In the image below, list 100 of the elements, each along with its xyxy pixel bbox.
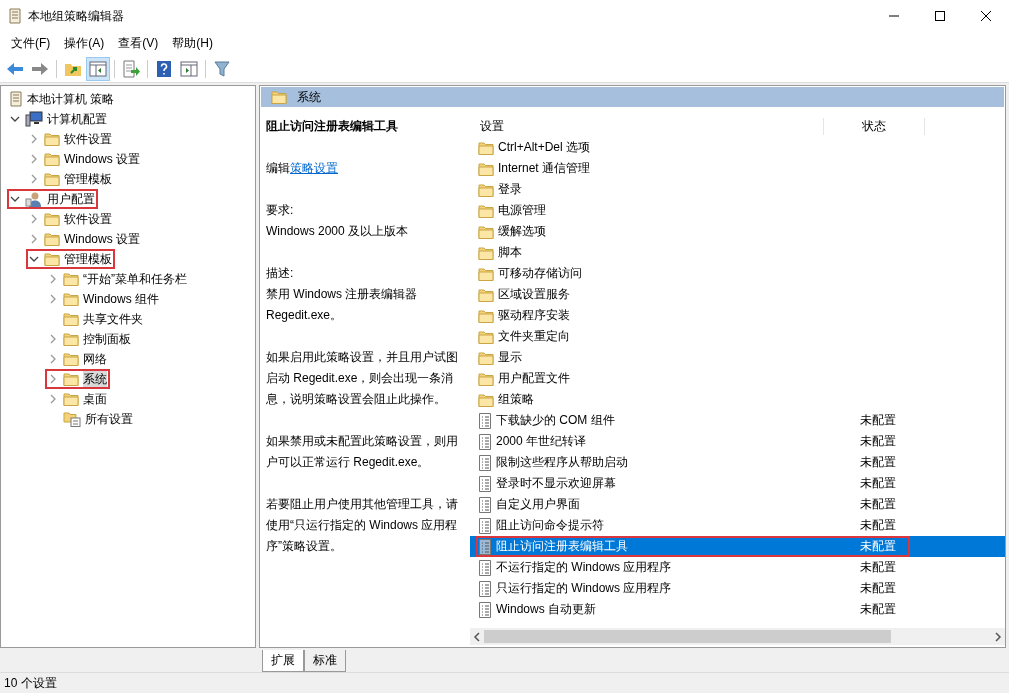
setting-name: Ctrl+Alt+Del 选项 bbox=[498, 139, 592, 156]
tree-item[interactable]: 共享文件夹 bbox=[45, 309, 146, 329]
tree-item[interactable]: 网络 bbox=[45, 349, 110, 369]
tree-item[interactable]: 计算机配置 bbox=[7, 109, 110, 129]
user-icon bbox=[25, 191, 43, 207]
policy-icon bbox=[478, 412, 492, 429]
edit-label: 编辑 bbox=[266, 161, 290, 175]
tree-item[interactable]: Windows 设置 bbox=[26, 229, 143, 249]
folder-icon bbox=[478, 182, 494, 197]
setting-name: 可移动存储访问 bbox=[498, 265, 583, 282]
setting-name: 文件夹重定向 bbox=[498, 328, 571, 345]
list-row[interactable]: 登录 bbox=[470, 179, 1005, 200]
tree-item[interactable]: 用户配置 bbox=[7, 189, 98, 209]
settings-list-icon bbox=[63, 411, 81, 427]
panel-icon[interactable] bbox=[87, 57, 109, 80]
setting-state: 未配置 bbox=[860, 412, 896, 429]
policy-icon bbox=[478, 601, 492, 618]
menu-item[interactable]: 帮助(H) bbox=[165, 35, 220, 52]
list-row[interactable]: 限制这些程序从帮助启动 未配置 bbox=[470, 452, 1005, 473]
menu-item[interactable]: 操作(A) bbox=[57, 35, 112, 52]
folder-icon bbox=[478, 203, 494, 218]
list-row[interactable]: Ctrl+Alt+Del 选项 bbox=[470, 137, 1005, 158]
folder-icon bbox=[63, 372, 79, 386]
tree-item[interactable]: 所有设置 bbox=[45, 409, 136, 429]
folder-icon bbox=[478, 350, 494, 365]
list-row[interactable]: 2000 年世纪转译 未配置 bbox=[470, 431, 1005, 452]
view-tab[interactable]: 标准 bbox=[304, 650, 346, 672]
tree-item[interactable]: 桌面 bbox=[45, 389, 110, 409]
list-row[interactable]: 阻止访问注册表编辑工具 未配置 bbox=[470, 536, 1005, 557]
app-icon bbox=[8, 8, 22, 24]
export-list-icon[interactable] bbox=[120, 57, 142, 80]
policy-settings-link[interactable]: 策略设置 bbox=[290, 161, 338, 175]
policy-icon bbox=[478, 475, 492, 492]
list-row[interactable]: 文件夹重定向 bbox=[470, 326, 1005, 347]
scroll-icon bbox=[9, 91, 23, 107]
tree-item[interactable]: Windows 设置 bbox=[26, 149, 143, 169]
setting-state: 未配置 bbox=[860, 496, 896, 513]
setting-name: 阻止访问命令提示符 bbox=[496, 517, 605, 534]
column-header[interactable]: 状态 bbox=[823, 117, 925, 135]
list-row[interactable]: 自定义用户界面 未配置 bbox=[470, 494, 1005, 515]
setting-state: 未配置 bbox=[860, 601, 896, 618]
list-row[interactable]: 显示 bbox=[470, 347, 1005, 368]
setting-name: 组策略 bbox=[498, 391, 535, 408]
tree-item[interactable]: 软件设置 bbox=[26, 129, 115, 149]
view-tab[interactable]: 扩展 bbox=[262, 650, 304, 672]
window-title: 本地组策略编辑器 bbox=[28, 7, 125, 25]
folder-icon bbox=[44, 212, 60, 226]
setting-state: 未配置 bbox=[860, 454, 896, 471]
list-row[interactable]: 缓解选项 bbox=[470, 221, 1005, 242]
requirements-label: 要求: bbox=[266, 203, 294, 217]
list-row[interactable]: 脚本 bbox=[470, 242, 1005, 263]
description-paragraph: 禁用 Windows 注册表编辑器 Regedit.exe。 bbox=[266, 286, 419, 324]
folder-icon bbox=[271, 90, 287, 104]
tree-item[interactable]: “开始”菜单和任务栏 bbox=[45, 269, 190, 289]
tree-item[interactable]: 管理模板 bbox=[26, 249, 115, 269]
folder-icon bbox=[478, 266, 494, 281]
list-row[interactable]: 用户配置文件 bbox=[470, 368, 1005, 389]
list-row[interactable]: 驱动程序安装 bbox=[470, 305, 1005, 326]
policy-title: 阻止访问注册表编辑工具 bbox=[266, 118, 399, 135]
list-row[interactable]: Windows 自动更新 未配置 bbox=[470, 599, 1005, 620]
setting-state: 未配置 bbox=[860, 475, 896, 492]
setting-name: 电源管理 bbox=[498, 202, 547, 219]
list-row[interactable]: 区域设置服务 bbox=[470, 284, 1005, 305]
setting-name: 登录 bbox=[498, 181, 523, 198]
list-row[interactable]: 不运行指定的 Windows 应用程序 未配置 bbox=[470, 557, 1005, 578]
list-row[interactable]: 阻止访问命令提示符 未配置 bbox=[470, 515, 1005, 536]
list-row[interactable]: 组策略 bbox=[470, 389, 1005, 410]
folder-icon bbox=[478, 245, 494, 260]
menu-item[interactable]: 文件(F) bbox=[4, 35, 58, 52]
menu-item[interactable]: 查看(V) bbox=[111, 35, 166, 52]
setting-name: 登录时不显示欢迎屏幕 bbox=[496, 475, 617, 492]
folder-icon bbox=[63, 312, 79, 326]
list-row[interactable]: Internet 通信管理 bbox=[470, 158, 1005, 179]
list-row[interactable]: 登录时不显示欢迎屏幕 未配置 bbox=[470, 473, 1005, 494]
maximize-icon[interactable] bbox=[935, 11, 945, 21]
folder-icon bbox=[478, 140, 494, 155]
setting-state: 未配置 bbox=[860, 517, 896, 534]
status-text: 10 个设置 bbox=[4, 675, 57, 692]
horizontal-scrollbar[interactable] bbox=[470, 628, 1005, 645]
tree-item[interactable]: 管理模板 bbox=[26, 169, 115, 189]
tree-item[interactable]: 控制面板 bbox=[45, 329, 134, 349]
folder-icon bbox=[63, 292, 79, 306]
column-header[interactable]: 设置 bbox=[470, 117, 823, 135]
policy-icon bbox=[478, 496, 492, 513]
list-row[interactable]: 电源管理 bbox=[470, 200, 1005, 221]
setting-state: 未配置 bbox=[860, 559, 896, 576]
setting-name: 下载缺少的 COM 组件 bbox=[496, 412, 616, 429]
tree-item[interactable]: Windows 组件 bbox=[45, 289, 162, 309]
list-row[interactable]: 可移动存储访问 bbox=[470, 263, 1005, 284]
list-row[interactable]: 只运行指定的 Windows 应用程序 未配置 bbox=[470, 578, 1005, 599]
tree-item[interactable]: 软件设置 bbox=[26, 209, 115, 229]
close-icon[interactable] bbox=[981, 11, 991, 21]
folder-icon bbox=[44, 232, 60, 246]
description-label: 描述: bbox=[266, 265, 295, 282]
requirements-text: Windows 2000 及以上版本 bbox=[266, 224, 409, 238]
tree-item[interactable]: 本地计算机 策略 bbox=[7, 89, 118, 109]
header-title: 系统 bbox=[297, 88, 321, 106]
tree-item[interactable]: 系统 bbox=[45, 369, 110, 389]
list-row[interactable]: 下载缺少的 COM 组件 未配置 bbox=[470, 410, 1005, 431]
policy-icon bbox=[478, 454, 492, 471]
